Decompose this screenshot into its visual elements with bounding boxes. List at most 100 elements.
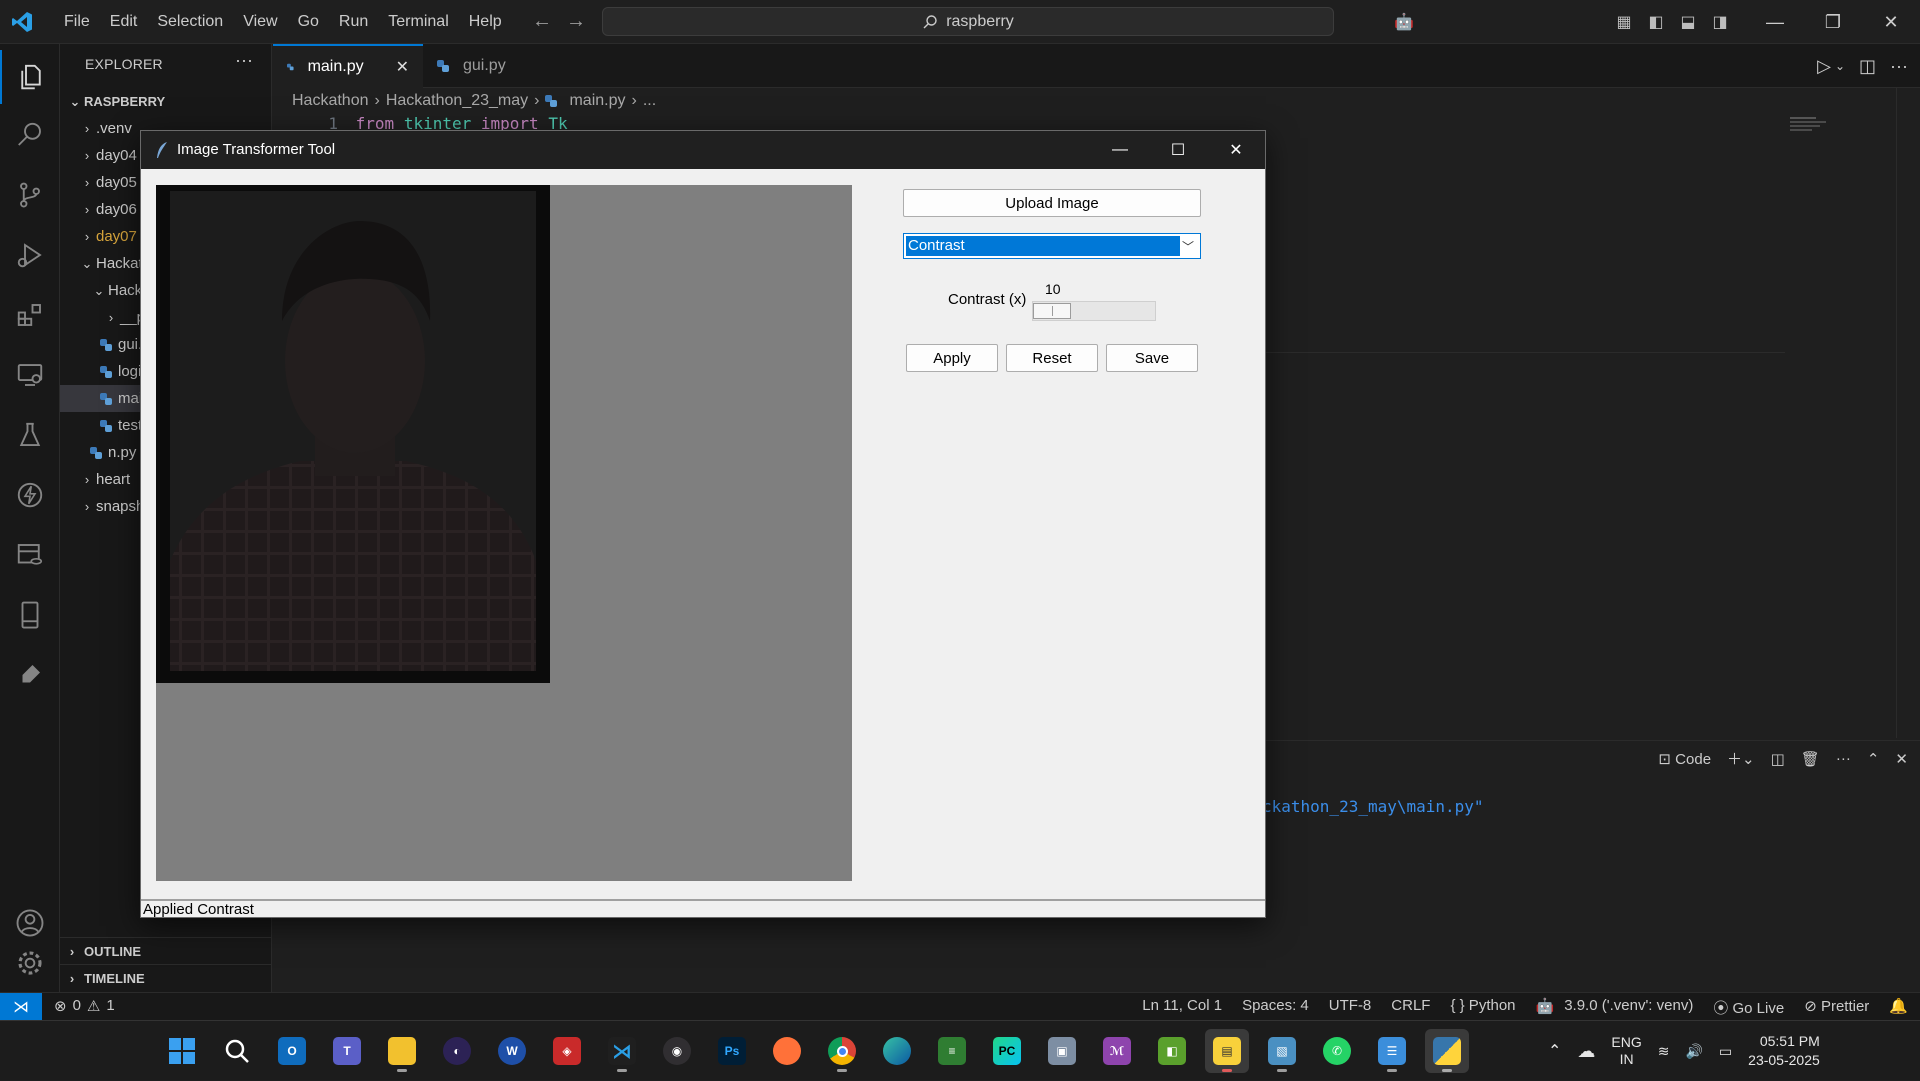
copilot-status-icon[interactable]: 🤖 xyxy=(1536,997,1555,1018)
paint-icon[interactable] xyxy=(0,648,60,702)
toggle-secondary-sidebar-icon[interactable]: ◨ xyxy=(1704,0,1736,44)
menu-view[interactable]: View xyxy=(233,13,287,31)
volume-icon[interactable]: 🔊 xyxy=(1685,1043,1702,1060)
tk-title-bar[interactable]: Image Transformer Tool — ☐ ✕ xyxy=(141,131,1265,169)
explorer-icon[interactable] xyxy=(0,50,60,104)
new-terminal-icon[interactable]: ＋⌄ xyxy=(1727,748,1755,769)
edge-icon[interactable] xyxy=(875,1029,919,1073)
breadcrumb-item[interactable]: ... xyxy=(643,92,656,110)
go-live-button[interactable]: ⦿ Go Live xyxy=(1713,997,1784,1018)
extensions-icon[interactable] xyxy=(0,288,60,342)
eclipse-icon[interactable]: ◐ xyxy=(435,1029,479,1073)
contrast-slider[interactable] xyxy=(1032,301,1156,321)
run-file-icon[interactable]: ▷ xyxy=(1817,56,1831,77)
terminal-tab[interactable]: ⊡ Code xyxy=(1658,750,1711,768)
outlook-icon[interactable]: O xyxy=(270,1029,314,1073)
maximize-panel-icon[interactable]: ⌃ xyxy=(1867,750,1880,768)
source-control-icon[interactable] xyxy=(0,168,60,222)
explorer-more-icon[interactable]: ··· xyxy=(235,50,253,71)
close-icon[interactable]: ✕ xyxy=(1862,0,1920,44)
forward-arrow-icon[interactable]: → xyxy=(566,10,586,33)
obs-icon[interactable]: ◉ xyxy=(655,1029,699,1073)
word-app-icon[interactable]: W xyxy=(490,1029,534,1073)
customize-layout-icon[interactable]: ▦ xyxy=(1608,0,1640,44)
split-editor-icon[interactable]: ◫ xyxy=(1859,56,1876,77)
folder-root[interactable]: ⌄ RASPBERRY xyxy=(60,88,272,115)
testing-icon[interactable] xyxy=(0,408,60,462)
python-interpreter[interactable]: 3.9.0 ('.venv': venv) xyxy=(1564,997,1693,1018)
chevron-down-icon[interactable]: ﹀ xyxy=(1179,237,1197,255)
editor-scrollbar[interactable] xyxy=(1896,88,1920,738)
minimize-icon[interactable]: — xyxy=(1746,0,1804,44)
database-icon[interactable] xyxy=(0,528,60,582)
device-icon[interactable] xyxy=(0,588,60,642)
language-indicator[interactable]: ENG IN xyxy=(1611,1034,1641,1068)
remote-indicator-icon[interactable]: ⋊ xyxy=(0,993,42,1021)
onedrive-cloud-icon[interactable]: ☁ xyxy=(1577,1041,1595,1062)
problems-indicator[interactable]: ⊗ 0 ⚠ 1 xyxy=(54,997,115,1015)
encoding[interactable]: UTF-8 xyxy=(1329,997,1372,1018)
trash-icon[interactable]: 🗑 xyxy=(1801,750,1820,768)
tk-close-icon[interactable]: ✕ xyxy=(1207,131,1265,169)
breadcrumb-item[interactable]: Hackathon_23_may xyxy=(386,92,528,110)
back-arrow-icon[interactable]: ← xyxy=(532,10,552,33)
line-ending[interactable]: CRLF xyxy=(1391,997,1430,1018)
close-panel-icon[interactable]: ✕ xyxy=(1895,750,1908,768)
notepad-icon[interactable]: ☰ xyxy=(1370,1029,1414,1073)
vscode-icon[interactable]: ⋊ xyxy=(600,1029,644,1073)
app-tool-icon[interactable]: ▣ xyxy=(1040,1029,1084,1073)
menu-terminal[interactable]: Terminal xyxy=(378,13,458,31)
menu-edit[interactable]: Edit xyxy=(100,13,148,31)
search-icon[interactable] xyxy=(0,108,60,162)
tk-minimize-icon[interactable]: — xyxy=(1091,131,1149,169)
split-terminal-icon[interactable]: ◫ xyxy=(1771,750,1785,768)
restore-icon[interactable]: ❐ xyxy=(1804,0,1862,44)
indentation[interactable]: Spaces: 4 xyxy=(1242,997,1309,1018)
menu-selection[interactable]: Selection xyxy=(147,13,233,31)
toggle-panel-icon[interactable]: ⬓ xyxy=(1672,0,1704,44)
tab-main-py[interactable]: main.py ✕ xyxy=(273,44,423,88)
remote-explorer-icon[interactable] xyxy=(0,348,60,402)
firefox-icon[interactable] xyxy=(765,1029,809,1073)
settings-gear-icon[interactable] xyxy=(0,936,60,990)
menu-go[interactable]: Go xyxy=(288,13,329,31)
app-green-icon[interactable]: ◧ xyxy=(1150,1029,1194,1073)
menu-help[interactable]: Help xyxy=(459,13,512,31)
reset-button[interactable]: Reset xyxy=(1006,344,1098,372)
whatsapp-icon[interactable]: ✆ xyxy=(1315,1029,1359,1073)
tk-maximize-icon[interactable]: ☐ xyxy=(1149,131,1207,169)
breadcrumb-item[interactable]: main.py xyxy=(569,92,625,110)
command-center-search[interactable]: raspberry xyxy=(602,7,1334,36)
upload-image-button[interactable]: Upload Image xyxy=(903,189,1201,217)
show-hidden-icons-icon[interactable]: ⌃ xyxy=(1548,1041,1561,1061)
teams-icon[interactable]: T xyxy=(325,1029,369,1073)
transform-mode-select[interactable]: Contrast ﹀ xyxy=(903,233,1201,259)
search-icon[interactable] xyxy=(215,1029,259,1073)
battery-icon[interactable]: ▭ xyxy=(1719,1043,1732,1060)
tab-close-icon[interactable]: ✕ xyxy=(396,57,409,77)
menu-file[interactable]: File xyxy=(54,13,100,31)
app-blue-icon[interactable]: ▧ xyxy=(1260,1029,1304,1073)
tab-gui-py[interactable]: gui.py xyxy=(423,44,568,88)
cursor-position[interactable]: Ln 11, Col 1 xyxy=(1142,997,1222,1018)
apply-button[interactable]: Apply xyxy=(906,344,998,372)
python-icon[interactable] xyxy=(1425,1029,1469,1073)
chrome-icon[interactable] xyxy=(820,1029,864,1073)
breadcrumb-item[interactable]: Hackathon xyxy=(292,92,369,110)
run-debug-icon[interactable] xyxy=(0,228,60,282)
photoshop-icon[interactable]: Ps xyxy=(710,1029,754,1073)
language-mode[interactable]: { } Python xyxy=(1450,997,1515,1018)
file-explorer-icon[interactable] xyxy=(380,1029,424,1073)
more-actions-icon[interactable]: ··· xyxy=(1890,56,1908,77)
outline-section[interactable]: › OUTLINE xyxy=(60,937,272,964)
wifi-icon[interactable]: ≋ xyxy=(1658,1043,1670,1060)
toggle-sidebar-icon[interactable]: ◧ xyxy=(1640,0,1672,44)
clock[interactable]: 05:51 PM 23-05-2025 xyxy=(1748,1032,1820,1070)
copilot-icon[interactable]: 🤖 xyxy=(1380,0,1428,44)
lightning-icon[interactable] xyxy=(0,468,60,522)
bell-icon[interactable]: 🔔 xyxy=(1889,997,1908,1018)
sticky-notes-icon[interactable]: ▤ xyxy=(1205,1029,1249,1073)
windows-start-icon[interactable] xyxy=(160,1029,204,1073)
more-actions-icon[interactable]: ··· xyxy=(1836,750,1851,767)
pycharm-icon[interactable]: PC xyxy=(985,1029,1029,1073)
